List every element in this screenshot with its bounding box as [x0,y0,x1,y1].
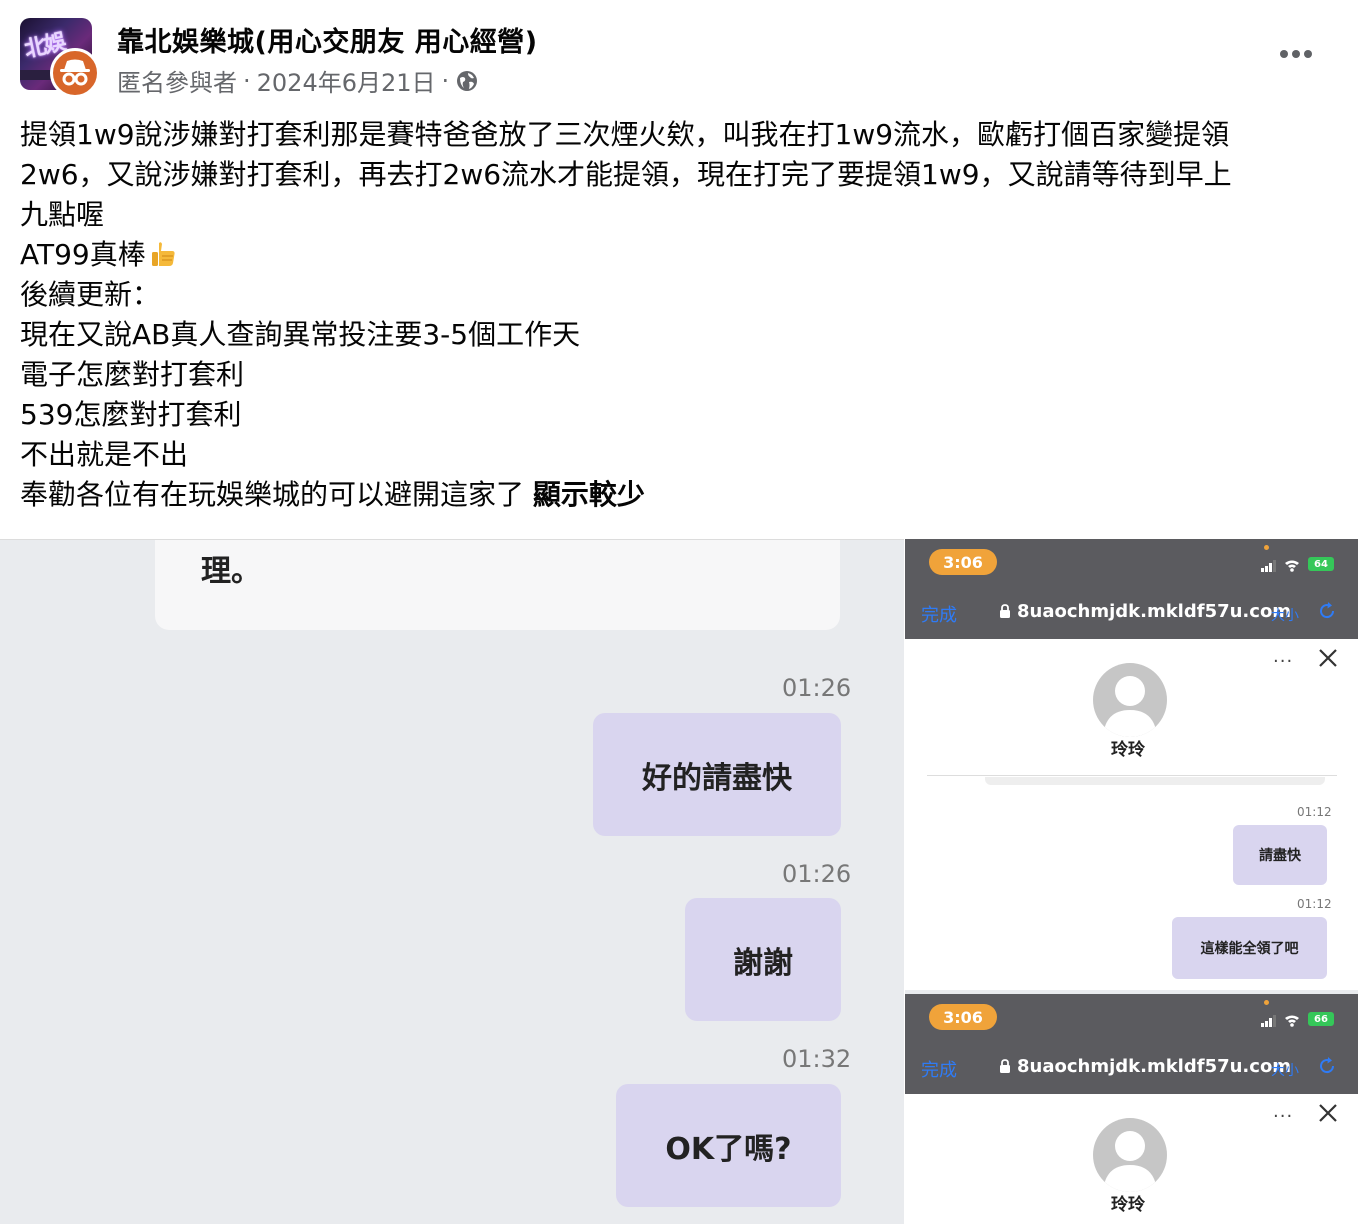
contact-avatar [1093,1118,1167,1192]
post-line: 提領1w9說涉嫌對打套利那是賽特爸爸放了三次煙火欸，叫我在打1w9流水，歐虧打個… [20,118,1230,151]
privacy-dot [1264,1000,1269,1005]
more-horizontal-icon[interactable] [1274,32,1318,76]
chat-bubble-text: OK了嗎? [665,1131,792,1167]
post-date[interactable]: 2024年6月21日 [257,63,436,98]
post-card: 北娛 靠北娛樂城(用心交朋友 用心經營) 匿名參與者 · 2024年6月21日 … [0,0,1358,1224]
chat-bubble-incoming: 理。 [155,540,840,630]
chat-timestamp: 01:12 [1297,805,1332,819]
battery-indicator: 66 [1308,1012,1334,1026]
post-image-chat[interactable]: 理。 01:26 好的請盡快 01:26 謝謝 01:32 OK了嗎? [0,539,904,1224]
phone-screenshot: 3:06 64 完成 8uaochmjdk.mkldf57u.com 大小 ··… [905,539,1358,994]
chat-bubble-outgoing: 謝謝 [685,898,841,1021]
done-button[interactable]: 完成 [921,601,957,627]
chat-bubble-outgoing: 好的請盡快 [593,713,841,836]
privacy-dot [1264,545,1269,550]
url-bar[interactable]: 8uaochmjdk.mkldf57u.com [999,601,1291,622]
chat-timestamp: 01:32 [782,1045,852,1073]
message-strip [985,777,1325,785]
lock-icon [1000,604,1010,618]
post-meta: 匿名參與者 · 2024年6月21日 · [117,63,479,98]
reload-icon[interactable] [1317,601,1337,621]
url-text: 8uaochmjdk.mkldf57u.com [1017,601,1292,622]
post-line: 539怎麼對打套利 [20,398,242,431]
contact-name: 玲玲 [1111,1195,1145,1215]
chat-bubble-outgoing: 這樣能全領了吧 [1172,917,1327,979]
post-line: 不出就是不出 [20,438,189,471]
globe-icon[interactable] [455,69,479,93]
reload-icon[interactable] [1317,1056,1337,1076]
author-name[interactable]: 匿名參與者 [117,63,237,98]
group-avatar[interactable]: 北娛 [20,18,100,98]
signal-wifi-icon [1261,1015,1299,1027]
chat-timestamp: 01:26 [782,860,852,888]
chat-bubble-text: 理。 [201,554,261,589]
chat-timestamp: 01:26 [782,674,852,702]
post-line: 現在又說AB真人查詢異常投注要3-5個工作天 [20,318,581,351]
post-line: 九點喔 [20,198,105,231]
text-size-button[interactable]: 大小 [1271,1060,1299,1080]
group-name-link[interactable]: 靠北娛樂城(用心交朋友 用心經營) [117,20,538,59]
url-text: 8uaochmjdk.mkldf57u.com [1017,1056,1292,1077]
lock-icon [1000,1059,1010,1073]
post-line: 2w6，又說涉嫌對打套利，再去打2w6流水才能提領，現在打完了要提領1w9，又說… [20,158,1232,191]
chat-window: ··· 玲玲 01:12 請盡快 01:12 這樣能全領了吧 [905,639,1358,994]
chat-bubble-outgoing: 請盡快 [1233,825,1327,885]
browser-bar: 3:06 66 完成 8uaochmjdk.mkldf57u.com 大小 [905,994,1358,1094]
show-less-link[interactable]: 顯示較少 [533,478,645,511]
thumbs-up-icon [151,242,175,266]
post-body: 提領1w9說涉嫌對打套利那是賽特爸爸放了三次煙火欸，叫我在打1w9流水，歐虧打個… [20,115,1330,515]
done-button[interactable]: 完成 [921,1056,957,1082]
divider [927,775,1337,776]
post-line: 奉勸各位有在玩娛樂城的可以避開這家了 [20,478,525,511]
meta-separator: · [243,66,251,95]
meta-separator-2: · [441,66,450,95]
chat-bubble-text: 這樣能全領了吧 [1200,941,1299,957]
text-size-button[interactable]: 大小 [1271,605,1299,625]
contact-name: 玲玲 [1111,740,1145,760]
browser-bar: 3:06 64 完成 8uaochmjdk.mkldf57u.com 大小 [905,539,1358,639]
contact-avatar [1093,663,1167,737]
chat-bubble-outgoing: OK了嗎? [616,1084,841,1207]
post-line: 後續更新： [20,278,161,311]
more-horizontal-icon[interactable]: ··· [1273,1106,1293,1127]
post-line: AT99真棒 [20,238,146,271]
post-image-phones[interactable]: 3:06 64 完成 8uaochmjdk.mkldf57u.com 大小 ··… [905,539,1358,1224]
chat-window: ··· 玲玲 [905,1094,1358,1224]
post-line: 電子怎麼對打套利 [20,358,245,391]
signal-wifi-icon [1261,560,1299,572]
chat-bubble-text: 好的請盡快 [642,760,792,796]
phone-screenshot: 3:06 66 完成 8uaochmjdk.mkldf57u.com 大小 ··… [905,994,1358,1224]
close-icon[interactable] [1317,647,1339,669]
chat-bubble-text: 請盡快 [1259,848,1301,864]
url-bar[interactable]: 8uaochmjdk.mkldf57u.com [999,1056,1291,1077]
post-line-with-emoji: AT99真棒 [20,235,1330,275]
post-header: 北娛 靠北娛樂城(用心交朋友 用心經營) 匿名參與者 · 2024年6月21日 … [0,0,1358,108]
close-icon[interactable] [1317,1102,1339,1124]
chat-bubble-text: 謝謝 [733,945,793,981]
status-time: 3:06 [929,1004,997,1030]
anonymous-icon [50,48,100,98]
post-line-last: 奉勸各位有在玩娛樂城的可以避開這家了 顯示較少 [20,475,1330,515]
battery-indicator: 64 [1308,557,1334,571]
chat-timestamp: 01:12 [1297,897,1332,911]
status-time: 3:06 [929,549,997,575]
more-horizontal-icon[interactable]: ··· [1273,651,1293,672]
